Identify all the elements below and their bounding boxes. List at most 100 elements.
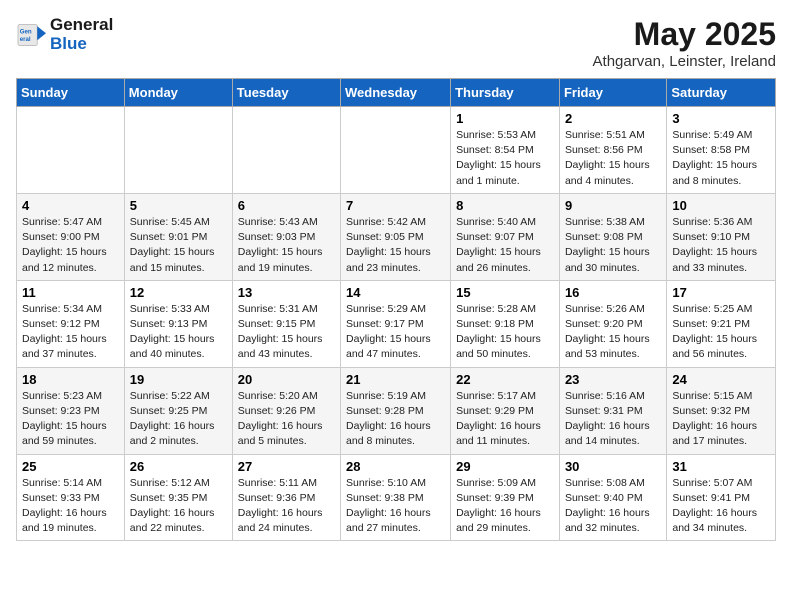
weekday-header-sunday: Sunday — [17, 79, 125, 107]
day-info: Sunrise: 5:10 AMSunset: 9:38 PMDaylight:… — [346, 476, 445, 537]
week-row-1: 1 Sunrise: 5:53 AMSunset: 8:54 PMDaylight… — [17, 107, 776, 194]
day-number: 25 — [22, 459, 119, 474]
day-info: Sunrise: 5:12 AMSunset: 9:35 PMDaylight:… — [130, 476, 227, 537]
day-cell — [124, 107, 232, 194]
day-cell: 4 Sunrise: 5:47 AMSunset: 9:00 PMDaylight… — [17, 193, 125, 280]
day-cell — [232, 107, 340, 194]
weekday-header-monday: Monday — [124, 79, 232, 107]
day-info: Sunrise: 5:36 AMSunset: 9:10 PMDaylight:… — [672, 215, 770, 276]
day-cell — [341, 107, 451, 194]
location: Athgarvan, Leinster, Ireland — [593, 53, 776, 70]
svg-text:Gen: Gen — [20, 28, 32, 35]
day-info: Sunrise: 5:25 AMSunset: 9:21 PMDaylight:… — [672, 302, 770, 363]
month-title: May 2025 — [593, 16, 776, 53]
day-info: Sunrise: 5:08 AMSunset: 9:40 PMDaylight:… — [565, 476, 661, 537]
day-number: 20 — [238, 372, 335, 387]
day-cell: 23Sunrise: 5:16 AMSunset: 9:31 PMDayligh… — [559, 367, 666, 454]
day-info: Sunrise: 5:51 AMSunset: 8:56 PMDaylight:… — [565, 128, 661, 189]
day-number: 4 — [22, 198, 119, 213]
page-header: Gen eral General Blue May 2025 Athgarvan… — [16, 16, 776, 70]
day-info: Sunrise: 5:40 AMSunset: 9:07 PMDaylight:… — [456, 215, 554, 276]
day-number: 30 — [565, 459, 661, 474]
day-cell: 9Sunrise: 5:38 AMSunset: 9:08 PMDaylight… — [559, 193, 666, 280]
day-number: 12 — [130, 285, 227, 300]
day-number: 17 — [672, 285, 770, 300]
logo: Gen eral General Blue — [16, 16, 113, 53]
day-info: Sunrise: 5:53 AMSunset: 8:54 PMDaylight:… — [456, 128, 554, 189]
day-number: 1 — [456, 111, 554, 126]
day-number: 29 — [456, 459, 554, 474]
day-cell: 6Sunrise: 5:43 AMSunset: 9:03 PMDaylight… — [232, 193, 340, 280]
weekday-header-wednesday: Wednesday — [341, 79, 451, 107]
week-row-4: 18 Sunrise: 5:23 AMSunset: 9:23 PMDayligh… — [17, 367, 776, 454]
day-number: 6 — [238, 198, 335, 213]
day-cell: 22Sunrise: 5:17 AMSunset: 9:29 PMDayligh… — [451, 367, 560, 454]
day-cell: 8Sunrise: 5:40 AMSunset: 9:07 PMDaylight… — [451, 193, 560, 280]
day-cell: 10Sunrise: 5:36 AMSunset: 9:10 PMDayligh… — [667, 193, 776, 280]
week-row-5: 25 Sunrise: 5:14 AMSunset: 9:33 PMDayligh… — [17, 454, 776, 541]
logo-icon: Gen eral — [16, 21, 48, 49]
day-info: Sunrise: 5:17 AMSunset: 9:29 PMDaylight:… — [456, 389, 554, 450]
day-info: Sunrise: 5:47 AMSunset: 9:00 PMDaylight:… — [22, 215, 119, 276]
day-info: Sunrise: 5:31 AMSunset: 9:15 PMDaylight:… — [238, 302, 335, 363]
day-cell — [17, 107, 125, 194]
weekday-header-thursday: Thursday — [451, 79, 560, 107]
day-number: 5 — [130, 198, 227, 213]
day-number: 3 — [672, 111, 770, 126]
day-info: Sunrise: 5:16 AMSunset: 9:31 PMDaylight:… — [565, 389, 661, 450]
day-number: 28 — [346, 459, 445, 474]
day-cell: 20 Sunrise: 5:20 AMSunset: 9:26 PMDayligh… — [232, 367, 340, 454]
day-info: Sunrise: 5:20 AMSunset: 9:26 PMDaylight:… — [238, 389, 335, 450]
day-cell: 29 Sunrise: 5:09 AMSunset: 9:39 PMDayligh… — [451, 454, 560, 541]
day-info: Sunrise: 5:09 AMSunset: 9:39 PMDaylight:… — [456, 476, 554, 537]
week-row-2: 4 Sunrise: 5:47 AMSunset: 9:00 PMDaylight… — [17, 193, 776, 280]
day-info: Sunrise: 5:49 AMSunset: 8:58 PMDaylight:… — [672, 128, 770, 189]
day-cell: 26 Sunrise: 5:12 AMSunset: 9:35 PMDayligh… — [124, 454, 232, 541]
day-cell: 30 Sunrise: 5:08 AMSunset: 9:40 PMDayligh… — [559, 454, 666, 541]
day-number: 24 — [672, 372, 770, 387]
day-number: 7 — [346, 198, 445, 213]
day-cell: 16Sunrise: 5:26 AMSunset: 9:20 PMDayligh… — [559, 280, 666, 367]
day-info: Sunrise: 5:34 AMSunset: 9:12 PMDaylight:… — [22, 302, 119, 363]
day-info: Sunrise: 5:45 AMSunset: 9:01 PMDaylight:… — [130, 215, 227, 276]
day-cell: 1 Sunrise: 5:53 AMSunset: 8:54 PMDaylight… — [451, 107, 560, 194]
logo-line2: Blue — [50, 34, 87, 53]
day-info: Sunrise: 5:19 AMSunset: 9:28 PMDaylight:… — [346, 389, 445, 450]
logo-line1: General — [50, 15, 113, 34]
day-info: Sunrise: 5:42 AMSunset: 9:05 PMDaylight:… — [346, 215, 445, 276]
day-info: Sunrise: 5:22 AMSunset: 9:25 PMDaylight:… — [130, 389, 227, 450]
day-info: Sunrise: 5:15 AMSunset: 9:32 PMDaylight:… — [672, 389, 770, 450]
logo-text: General Blue — [50, 16, 113, 53]
day-cell: 17 Sunrise: 5:25 AMSunset: 9:21 PMDayligh… — [667, 280, 776, 367]
day-cell: 3 Sunrise: 5:49 AMSunset: 8:58 PMDaylight… — [667, 107, 776, 194]
day-number: 19 — [130, 372, 227, 387]
day-info: Sunrise: 5:29 AMSunset: 9:17 PMDaylight:… — [346, 302, 445, 363]
day-cell: 5 Sunrise: 5:45 AMSunset: 9:01 PMDaylight… — [124, 193, 232, 280]
day-number: 18 — [22, 372, 119, 387]
day-info: Sunrise: 5:11 AMSunset: 9:36 PMDaylight:… — [238, 476, 335, 537]
day-info: Sunrise: 5:23 AMSunset: 9:23 PMDaylight:… — [22, 389, 119, 450]
weekday-header-saturday: Saturday — [667, 79, 776, 107]
day-number: 26 — [130, 459, 227, 474]
day-info: Sunrise: 5:07 AMSunset: 9:41 PMDaylight:… — [672, 476, 770, 537]
day-cell: 31 Sunrise: 5:07 AMSunset: 9:41 PMDayligh… — [667, 454, 776, 541]
day-number: 2 — [565, 111, 661, 126]
day-number: 15 — [456, 285, 554, 300]
day-cell: 14Sunrise: 5:29 AMSunset: 9:17 PMDayligh… — [341, 280, 451, 367]
day-info: Sunrise: 5:14 AMSunset: 9:33 PMDaylight:… — [22, 476, 119, 537]
day-info: Sunrise: 5:38 AMSunset: 9:08 PMDaylight:… — [565, 215, 661, 276]
svg-text:eral: eral — [20, 36, 31, 43]
day-cell: 28 Sunrise: 5:10 AMSunset: 9:38 PMDayligh… — [341, 454, 451, 541]
weekday-header-tuesday: Tuesday — [232, 79, 340, 107]
day-info: Sunrise: 5:33 AMSunset: 9:13 PMDaylight:… — [130, 302, 227, 363]
weekday-header-row: SundayMondayTuesdayWednesdayThursdayFrid… — [17, 79, 776, 107]
day-cell: 7 Sunrise: 5:42 AMSunset: 9:05 PMDaylight… — [341, 193, 451, 280]
day-number: 27 — [238, 459, 335, 474]
day-cell: 12 Sunrise: 5:33 AMSunset: 9:13 PMDayligh… — [124, 280, 232, 367]
day-cell: 11Sunrise: 5:34 AMSunset: 9:12 PMDayligh… — [17, 280, 125, 367]
day-number: 31 — [672, 459, 770, 474]
weekday-header-friday: Friday — [559, 79, 666, 107]
day-cell: 13Sunrise: 5:31 AMSunset: 9:15 PMDayligh… — [232, 280, 340, 367]
day-cell: 18 Sunrise: 5:23 AMSunset: 9:23 PMDayligh… — [17, 367, 125, 454]
day-number: 21 — [346, 372, 445, 387]
